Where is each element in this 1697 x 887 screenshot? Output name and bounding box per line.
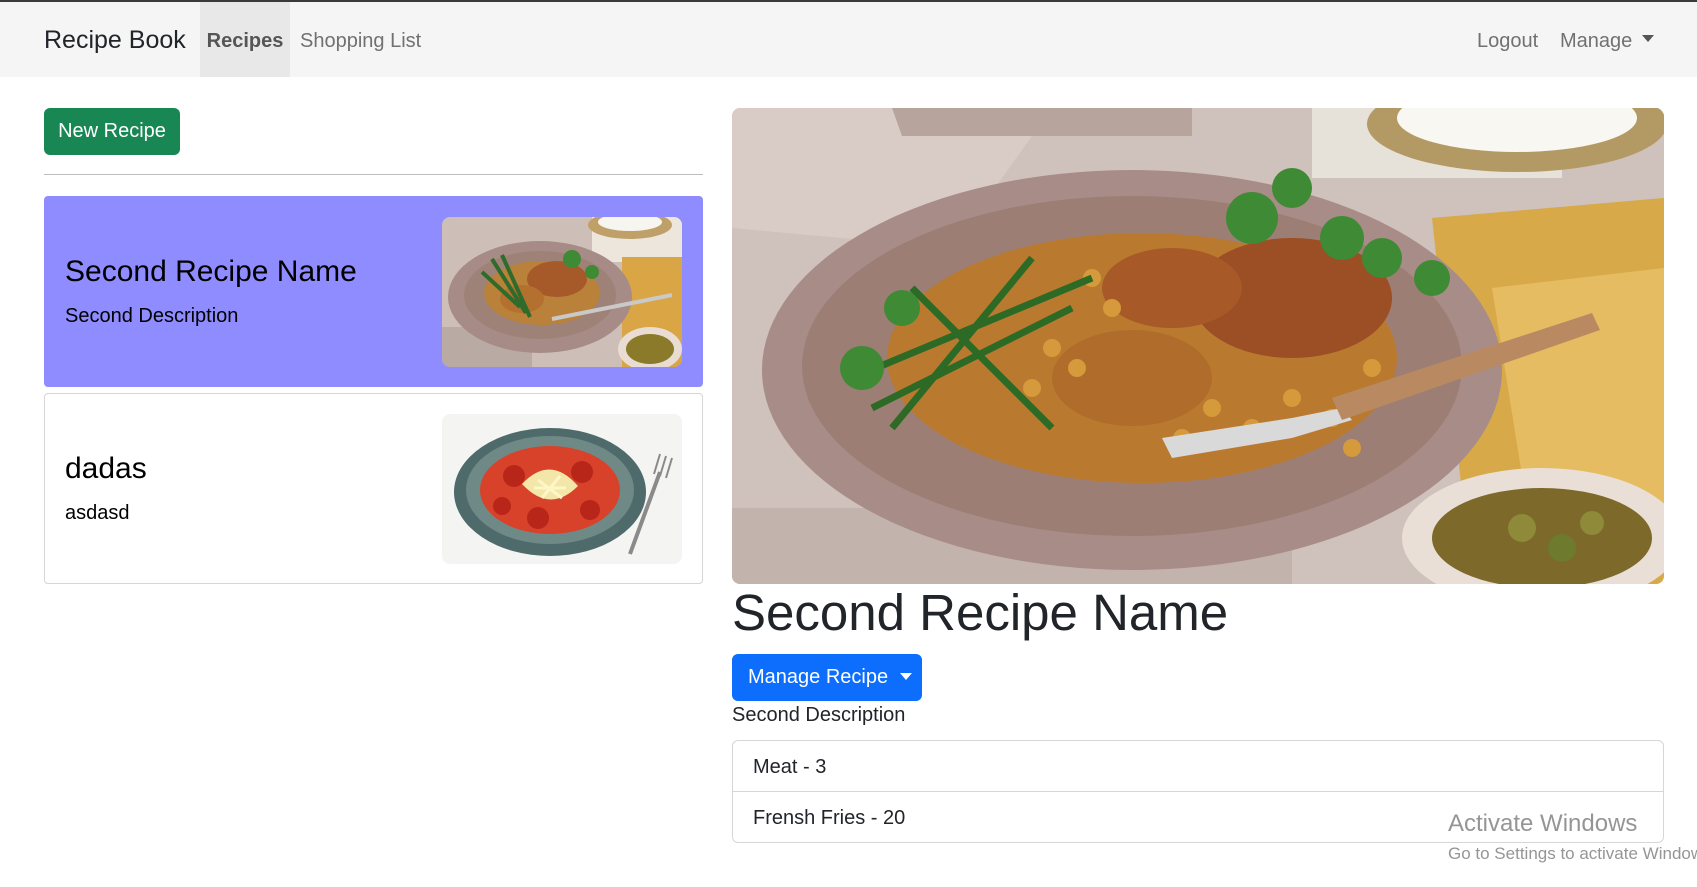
recipe-item-image (442, 414, 682, 564)
recipe-item-name: Second Recipe Name (65, 255, 357, 288)
recipe-list-item[interactable]: Second Recipe Name Second Description (44, 196, 703, 387)
recipe-item-name: dadas (65, 452, 147, 485)
manage-recipe-label: Manage Recipe (748, 666, 889, 688)
activate-windows-watermark-title: Activate Windows (1448, 810, 1638, 837)
recipe-detail-image (732, 108, 1664, 584)
ingredient-item[interactable]: Meat - 3 (733, 741, 1663, 792)
recipe-list-item[interactable]: dadas asdasd (44, 393, 703, 584)
recipe-item-description: asdasd (65, 502, 130, 524)
recipe-detail-title: Second Recipe Name (732, 584, 1229, 641)
nav-manage-dropdown[interactable]: Manage (1560, 2, 1655, 77)
nav-recipes-link[interactable]: Recipes (200, 2, 290, 77)
new-recipe-button[interactable]: New Recipe (44, 108, 180, 155)
recipe-item-image (442, 217, 682, 367)
recipe-item-description: Second Description (65, 305, 239, 327)
brand-link[interactable]: Recipe Book (44, 26, 186, 55)
nav-manage-label: Manage (1560, 30, 1633, 52)
recipe-detail-description: Second Description (732, 704, 906, 726)
activate-windows-watermark-subtitle: Go to Settings to activate Windows. (1448, 844, 1697, 863)
top-navbar: Recipe Book Recipes Shopping List Logout… (0, 0, 1697, 77)
chevron-down-icon (900, 673, 913, 680)
chevron-down-icon (1642, 35, 1655, 43)
nav-logout-link[interactable]: Logout (1477, 2, 1538, 77)
spaghetti-plate-thumbnail (442, 414, 682, 564)
divider (44, 174, 703, 175)
curry-dish-thumbnail (442, 217, 682, 367)
curry-dish-photo (732, 108, 1664, 584)
manage-recipe-button[interactable]: Manage Recipe (732, 654, 922, 701)
nav-shopping-list-link[interactable]: Shopping List (300, 2, 421, 77)
